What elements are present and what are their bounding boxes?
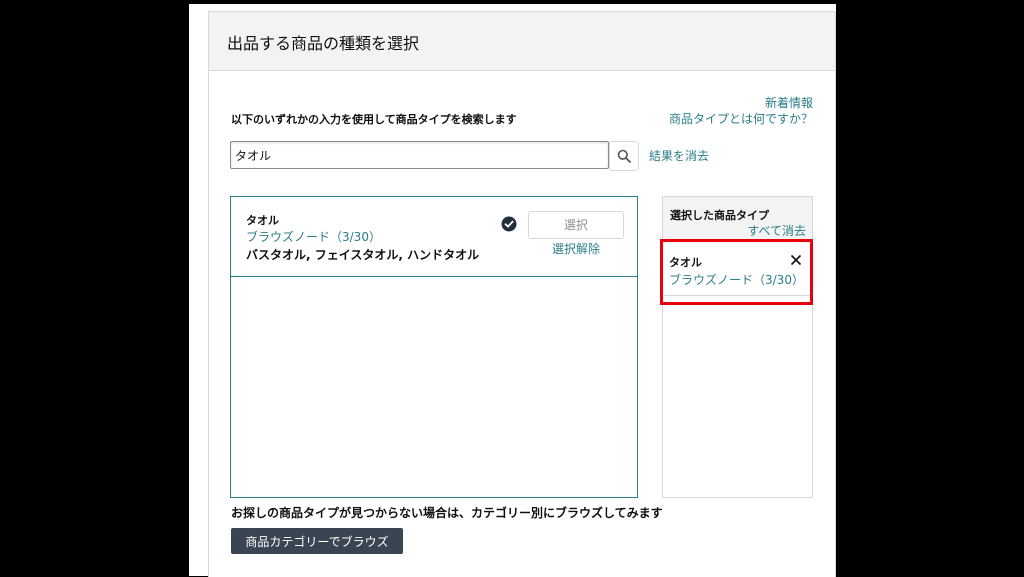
search-input[interactable] [230,141,609,169]
selected-item-path[interactable]: ブラウズノード（3/30） [669,271,804,288]
page-title: 出品する商品の種類を選択 [227,34,420,53]
whats-new-link[interactable]: 新着情報 [765,94,813,111]
selected-types-panel: 選択した商品タイプ すべて消去 タオル ブラウズノード（3/30） [662,196,813,498]
selected-item: タオル ブラウズノード（3/30） [663,243,812,296]
check-circle-icon [501,216,517,232]
selected-types-title: 選択した商品タイプ [670,209,769,222]
result-row: タオル ブラウズノード（3/30） バスタオル, フェイスタオル, ハンドタオル… [231,197,637,277]
result-description: バスタオル, フェイスタオル, ハンドタオル [246,248,480,262]
select-button[interactable]: 選択 [528,211,624,239]
browse-by-category-button[interactable]: 商品カテゴリーでブラウズ [231,528,403,554]
results-list: タオル ブラウズノード（3/30） バスタオル, フェイスタオル, ハンドタオル… [230,196,638,498]
result-browse-path[interactable]: ブラウズノード（3/30） [246,228,381,245]
search-instruction: 以下のいずれかの入力を使用して商品タイプを検索します [231,113,517,126]
deselect-link[interactable]: 選択解除 [552,240,600,257]
card-header: 出品する商品の種類を選択 [209,12,835,71]
search-icon [617,149,631,163]
close-icon[interactable] [790,254,802,266]
clear-all-link[interactable]: すべて消去 [747,222,806,239]
selected-types-header: 選択した商品タイプ すべて消去 [663,197,812,244]
stage: 出品する商品の種類を選択 新着情報 商品タイプとは何ですか？ 以下のいずれかの入… [0,0,1024,577]
browse-hint: お探しの商品タイプが見つからない場合は、カテゴリー別にブラウズしてみます [231,506,663,520]
search-button[interactable] [609,141,639,171]
result-name: タオル [246,214,279,227]
selected-item-name: タオル [669,256,702,269]
what-is-product-type-link[interactable]: 商品タイプとは何ですか？ [669,110,813,127]
clear-results-link[interactable]: 結果を消去 [649,147,709,164]
product-type-card: 出品する商品の種類を選択 新着情報 商品タイプとは何ですか？ 以下のいずれかの入… [208,11,836,577]
